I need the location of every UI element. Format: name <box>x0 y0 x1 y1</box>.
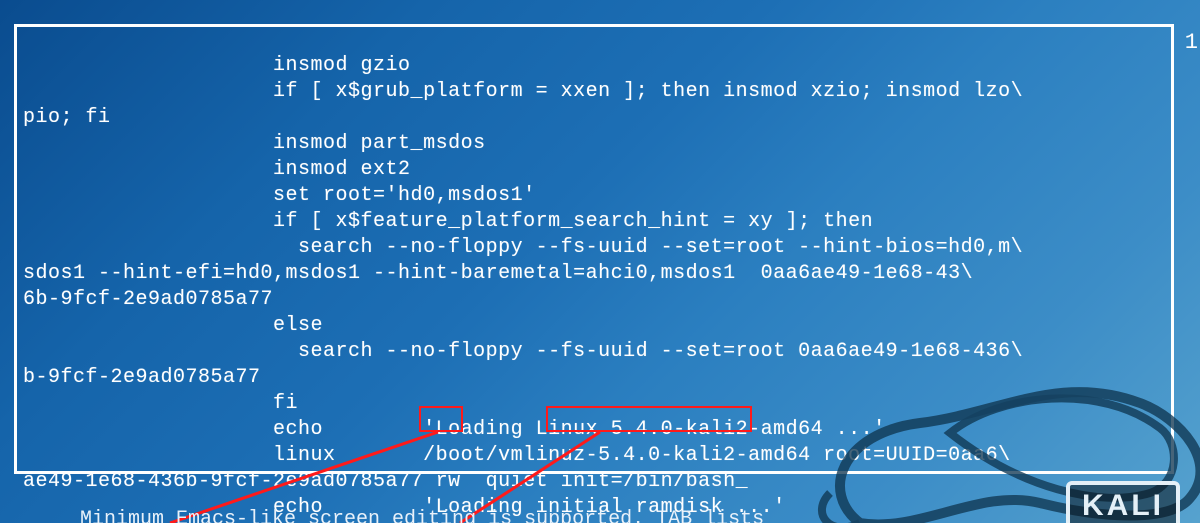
grub-editor-frame[interactable]: insmod gzio if [ x$grub_platform = xxen … <box>14 24 1174 474</box>
scroll-position-indicator: 1 <box>1185 30 1198 55</box>
grub-entry-text[interactable]: insmod gzio if [ x$grub_platform = xxen … <box>23 53 1165 521</box>
grub-edit-screen: insmod gzio if [ x$grub_platform = xxen … <box>0 0 1200 523</box>
grub-help-text: Minimum Emacs-like screen editing is sup… <box>80 508 764 523</box>
